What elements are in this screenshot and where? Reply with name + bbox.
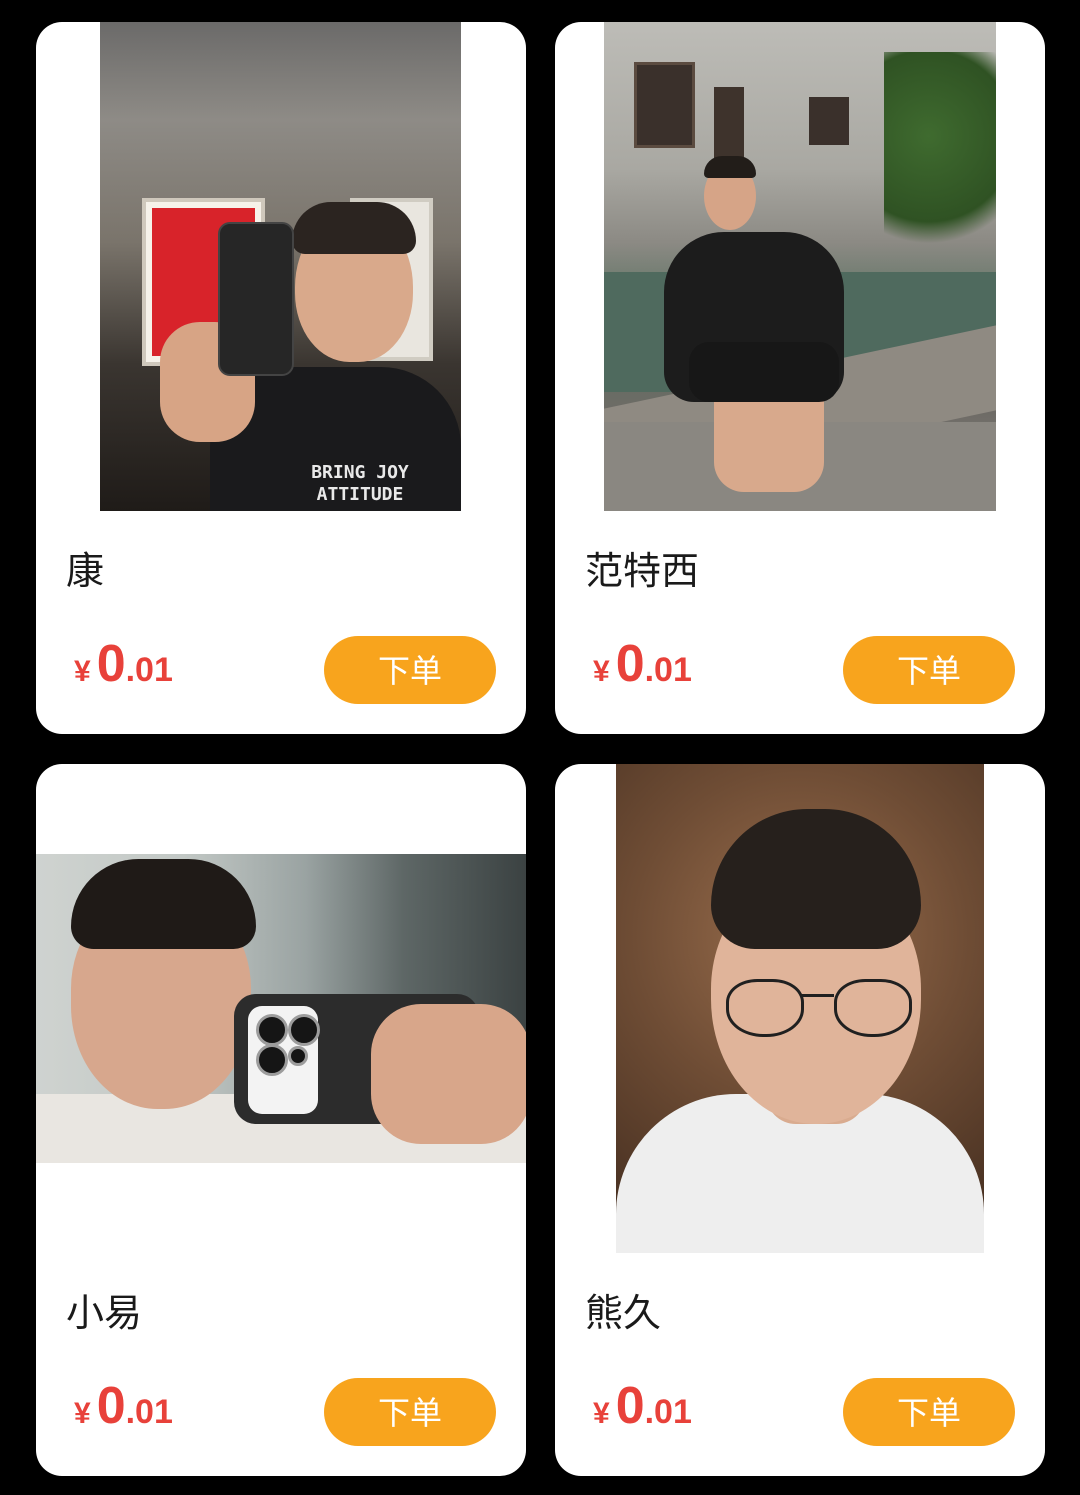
tshirt-print: BRING JOY ATTITUDE	[311, 462, 409, 505]
price-currency: ¥	[593, 655, 610, 688]
product-card[interactable]: 熊久 ¥ 0 .01 下单	[555, 764, 1045, 1476]
glasses-bridge	[800, 994, 834, 997]
camera-lens	[288, 1014, 320, 1046]
person-shorts	[689, 342, 839, 402]
product-price: ¥ 0 .01	[593, 634, 692, 694]
price-integer: 0	[96, 635, 126, 693]
product-price: ¥ 0 .01	[74, 634, 173, 694]
window	[634, 62, 695, 148]
plants	[884, 52, 996, 262]
camera-lens	[256, 1014, 288, 1046]
camera-lens	[256, 1044, 288, 1076]
glasses-lens	[726, 979, 804, 1037]
photo-phone-selfie	[36, 854, 526, 1163]
price-integer: 0	[96, 1377, 126, 1435]
photo-elevator-selfie: BRING JOY ATTITUDE	[100, 22, 461, 511]
glasses-lens	[834, 979, 912, 1037]
phone	[218, 222, 294, 376]
order-button[interactable]: 下单	[843, 636, 1015, 704]
order-button[interactable]: 下单	[324, 1378, 496, 1446]
product-photo[interactable]	[36, 854, 526, 1163]
product-name: 范特西	[585, 549, 700, 593]
price-decimal: .01	[125, 1393, 173, 1431]
order-button[interactable]: 下单	[843, 1378, 1015, 1446]
product-photo[interactable]: BRING JOY ATTITUDE	[100, 22, 461, 511]
price-decimal: .01	[644, 651, 692, 689]
price-decimal: .01	[125, 651, 173, 689]
order-button[interactable]: 下单	[324, 636, 496, 704]
person-hair	[292, 202, 416, 254]
photo-canal-sitting	[604, 22, 996, 511]
product-price: ¥ 0 .01	[593, 1376, 692, 1436]
product-card[interactable]: 范特西 ¥ 0 .01 下单	[555, 22, 1045, 734]
product-card[interactable]: BRING JOY ATTITUDE 康 ¥ 0 .01 下单	[36, 22, 526, 734]
price-decimal: .01	[644, 1393, 692, 1431]
price-currency: ¥	[593, 1397, 610, 1430]
person-hair	[711, 809, 921, 949]
product-card[interactable]: 小易 ¥ 0 .01 下单	[36, 764, 526, 1476]
product-price: ¥ 0 .01	[74, 1376, 173, 1436]
product-grid: BRING JOY ATTITUDE 康 ¥ 0 .01 下单 范特西 ¥ 0 …	[0, 0, 1080, 1495]
product-name: 康	[66, 549, 105, 593]
price-integer: 0	[615, 1377, 645, 1435]
product-name: 小易	[66, 1291, 143, 1335]
price-integer: 0	[615, 635, 645, 693]
photo-portrait-glasses	[616, 764, 984, 1253]
window	[809, 97, 849, 145]
person-hand	[371, 1004, 526, 1144]
person-hair	[71, 859, 256, 949]
person-hair	[704, 156, 756, 178]
product-photo[interactable]	[604, 22, 996, 511]
price-currency: ¥	[74, 655, 91, 688]
product-photo[interactable]	[616, 764, 984, 1253]
product-name: 熊久	[585, 1291, 662, 1335]
price-currency: ¥	[74, 1397, 91, 1430]
camera-lens	[288, 1046, 308, 1066]
